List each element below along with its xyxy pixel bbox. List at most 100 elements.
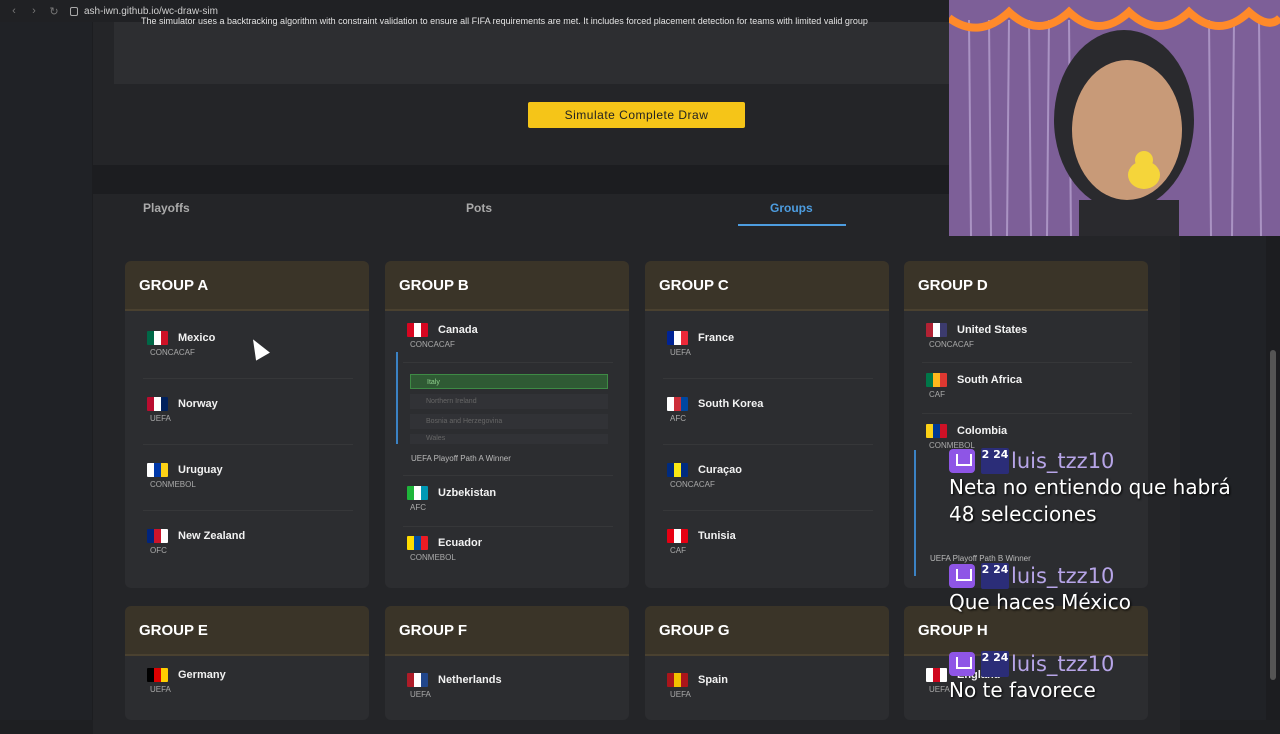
team-entry[interactable]: Uruguay CONMEBOL xyxy=(147,463,223,489)
team-entry[interactable]: Uzbekistan AFC xyxy=(407,486,496,512)
team-entry[interactable]: Netherlands UEFA xyxy=(407,673,502,699)
team-confederation: CONCACAF xyxy=(929,340,974,349)
group-card-g: GROUP G xyxy=(645,606,889,720)
mexico-flag-icon xyxy=(147,331,168,345)
chat-message-text: Que haces México xyxy=(949,590,1131,614)
chat-message-text: Neta no entiendo que habrá xyxy=(949,475,1231,499)
forward-icon[interactable]: › xyxy=(28,5,40,17)
chat-message: 2 24 luis_tzz10 Que haces México xyxy=(949,563,1131,616)
team-entry[interactable]: Canada CONCACAF xyxy=(407,323,478,349)
playoff-option[interactable]: Bosnia and Herzegovina xyxy=(410,414,608,429)
team-confederation: CONCACAF xyxy=(410,340,455,349)
team-name: Tunisia xyxy=(698,530,736,542)
team-name: Curaçao xyxy=(698,464,743,476)
curacao-flag-icon xyxy=(667,463,688,477)
playoff-option[interactable]: Northern Ireland xyxy=(410,394,608,409)
team-name: Canada xyxy=(438,324,478,336)
playoff-label: UEFA Playoff Path A Winner xyxy=(411,454,511,463)
south-africa-flag-icon xyxy=(926,373,947,387)
team-entry[interactable]: Mexico CONCACAF xyxy=(147,331,215,357)
reload-icon[interactable]: ↻ xyxy=(48,5,60,18)
team-entry[interactable]: Colombia CONMEBOL xyxy=(926,424,1007,450)
team-confederation: CONCACAF xyxy=(670,480,715,489)
twitch-icon xyxy=(949,564,975,588)
divider xyxy=(143,444,353,445)
team-entry[interactable]: Curaçao CONCACAF xyxy=(667,463,742,489)
group-title: GROUP B xyxy=(385,261,629,311)
team-name: Ecuador xyxy=(438,537,483,549)
divider xyxy=(403,475,613,476)
france-flag-icon xyxy=(667,331,688,345)
team-confederation: CAF xyxy=(929,390,945,399)
playoff-slot-path-a[interactable]: Italy Northern Ireland Bosnia and Herzeg… xyxy=(396,352,608,444)
chat-message: 2 24 luis_tzz10 Neta no entiendo que habr… xyxy=(949,448,1231,528)
team-name: New Zealand xyxy=(178,530,246,542)
team-entry[interactable]: Tunisia CAF xyxy=(667,529,736,555)
netherlands-flag-icon xyxy=(407,673,428,687)
team-confederation: UEFA xyxy=(150,414,171,423)
divider xyxy=(663,510,873,511)
subscriber-badge-icon: 2 24 xyxy=(981,448,1009,474)
team-entry[interactable]: South Africa CAF xyxy=(926,373,1022,399)
uzbekistan-flag-icon xyxy=(407,486,428,500)
group-card-f: GROUP F xyxy=(385,606,629,720)
team-name: Germany xyxy=(178,669,226,681)
divider xyxy=(663,444,873,445)
team-entry[interactable]: Spain UEFA xyxy=(667,673,728,699)
team-name: Netherlands xyxy=(438,674,502,686)
team-entry[interactable]: New Zealand OFC xyxy=(147,529,245,555)
team-name: Uzbekistan xyxy=(438,487,497,499)
address-bar[interactable]: ash-iwn.github.io/wc-draw-sim xyxy=(84,6,218,17)
group-title: GROUP F xyxy=(385,606,629,656)
team-name: South Africa xyxy=(957,374,1022,386)
scrollbar-thumb[interactable] xyxy=(1270,350,1276,680)
team-name: United States xyxy=(957,324,1028,336)
team-name: Colombia xyxy=(957,425,1008,437)
chat-username: luis_tzz10 xyxy=(1011,449,1115,473)
playoff-option[interactable]: Wales xyxy=(410,434,608,444)
simulate-draw-button[interactable]: Simulate Complete Draw xyxy=(528,102,745,128)
norway-flag-icon xyxy=(147,397,168,411)
team-entry[interactable]: France UEFA xyxy=(667,331,734,357)
team-entry[interactable]: Germany UEFA xyxy=(147,668,226,694)
tab-pots[interactable]: Pots xyxy=(466,201,492,215)
twitch-icon xyxy=(949,449,975,473)
chat-message: 2 24 luis_tzz10 No te favorece xyxy=(949,651,1114,704)
south-korea-flag-icon xyxy=(667,397,688,411)
team-entry[interactable]: Ecuador CONMEBOL xyxy=(407,536,482,562)
spain-flag-icon xyxy=(667,673,688,687)
twitch-icon xyxy=(949,652,975,676)
ecuador-flag-icon xyxy=(407,536,428,550)
playoff-option[interactable]: Italy xyxy=(410,374,608,389)
england-flag-icon xyxy=(926,668,947,682)
team-entry[interactable]: United States CONCACAF xyxy=(926,323,1027,349)
team-name: France xyxy=(698,332,735,344)
group-title: GROUP E xyxy=(125,606,369,656)
team-entry[interactable]: Norway UEFA xyxy=(147,397,218,423)
playoff-label: UEFA Playoff Path B Winner xyxy=(930,554,1031,563)
germany-flag-icon xyxy=(147,668,168,682)
tunisia-flag-icon xyxy=(667,529,688,543)
chat-username: luis_tzz10 xyxy=(1011,652,1115,676)
group-card-e: GROUP E xyxy=(125,606,369,720)
lock-icon xyxy=(70,6,78,16)
subscriber-badge-icon: 2 24 xyxy=(981,651,1009,677)
team-confederation: UEFA xyxy=(410,690,431,699)
team-name: Uruguay xyxy=(178,464,223,476)
team-confederation: UEFA xyxy=(670,348,691,357)
group-title: GROUP C xyxy=(645,261,889,311)
chat-message-text: 48 selecciones xyxy=(949,502,1097,526)
team-name: Norway xyxy=(178,398,218,410)
left-gutter xyxy=(0,22,92,720)
team-entry[interactable]: South Korea AFC xyxy=(667,397,763,423)
tab-playoffs[interactable]: Playoffs xyxy=(143,201,190,215)
tab-groups[interactable]: Groups xyxy=(770,201,813,215)
divider xyxy=(663,378,873,379)
colombia-flag-icon xyxy=(926,424,947,438)
team-confederation: UEFA xyxy=(670,690,691,699)
info-card xyxy=(114,22,954,84)
group-title: GROUP A xyxy=(125,261,369,311)
team-confederation: CONCACAF xyxy=(150,348,195,357)
team-confederation: AFC xyxy=(670,414,686,423)
back-icon[interactable]: ‹ xyxy=(8,5,20,17)
